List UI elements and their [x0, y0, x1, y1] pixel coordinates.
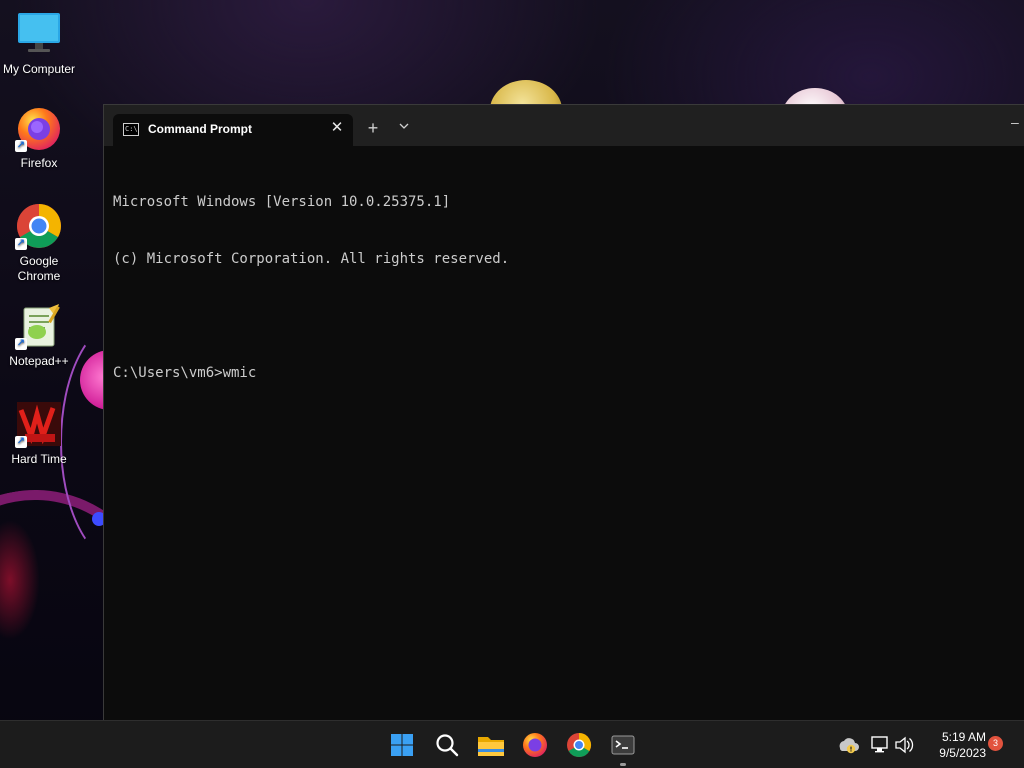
- onedrive-warning-icon: [839, 738, 859, 754]
- hard-time-game-icon: ↗: [15, 400, 63, 448]
- taskbar-terminal-button[interactable]: [607, 729, 639, 766]
- desktop-icon-hard-time[interactable]: ↗ Hard Time: [1, 400, 77, 467]
- cmd-icon: C:\: [123, 123, 139, 136]
- desktop-icon-notepad-plus-plus[interactable]: ↗ Notepad++: [1, 302, 77, 369]
- minimize-button[interactable]: –: [1011, 115, 1024, 133]
- volume-icon: [895, 736, 914, 754]
- network-icon: [871, 736, 888, 753]
- shortcut-arrow-icon: ↗: [15, 338, 27, 350]
- firefox-icon: [523, 733, 547, 757]
- taskbar-chrome-button[interactable]: [563, 729, 595, 761]
- desktop-icon-firefox[interactable]: ↗ Firefox: [1, 104, 77, 171]
- notepad-plus-plus-icon: ↗: [15, 302, 63, 350]
- windows-start-icon: [391, 734, 413, 756]
- chevron-down-icon: [399, 123, 409, 129]
- clock-button[interactable]: 5:19 AM 9/5/2023: [920, 729, 986, 761]
- active-app-indicator: [620, 763, 626, 766]
- console-line: (c) Microsoft Corporation. All rights re…: [113, 251, 510, 267]
- desktop-icon-label: Notepad++: [9, 354, 69, 368]
- terminal-icon: [611, 735, 635, 755]
- desktop-icon-label: Hard Time: [11, 452, 67, 466]
- console-input-line[interactable]: C:\Users\vm6>wmic: [113, 364, 1015, 383]
- new-tab-button[interactable]: +: [362, 118, 384, 140]
- firefox-icon: ↗: [15, 104, 63, 152]
- tab-title: Command Prompt: [148, 122, 253, 136]
- desktop-icon-label: Google Chrome: [17, 254, 61, 283]
- clock-date: 9/5/2023: [939, 746, 986, 760]
- tab-dropdown-button[interactable]: [394, 118, 414, 140]
- tray-volume-button[interactable]: [892, 721, 916, 768]
- taskbar-firefox-button[interactable]: [519, 729, 551, 761]
- shortcut-arrow-icon: ↗: [15, 238, 27, 250]
- chrome-icon: [567, 733, 592, 758]
- wallpaper-red-glow: [0, 520, 40, 640]
- desktop-icon-google-chrome[interactable]: ↗ Google Chrome: [1, 202, 77, 284]
- shortcut-arrow-icon: ↗: [15, 436, 27, 448]
- monitor-icon: [15, 10, 63, 58]
- notification-badge[interactable]: 3: [988, 736, 1003, 751]
- tray-onedrive-button[interactable]: [836, 721, 860, 768]
- taskbar-search-button[interactable]: [431, 729, 463, 761]
- desktop-icon-my-computer[interactable]: My Computer: [1, 10, 77, 77]
- taskbar-file-explorer-button[interactable]: [475, 729, 507, 761]
- shortcut-arrow-icon: ↗: [15, 140, 27, 152]
- taskbar-start-button[interactable]: [386, 729, 418, 761]
- folder-icon: [478, 737, 504, 756]
- taskbar: 5:19 AM 9/5/2023: [0, 720, 1024, 768]
- search-icon: [436, 734, 459, 757]
- terminal-window[interactable]: C:\ Command Prompt ✕ + – Microsoft Windo…: [103, 104, 1024, 721]
- chrome-icon: ↗: [15, 202, 63, 250]
- close-tab-button[interactable]: ✕: [327, 118, 347, 138]
- console-line: Microsoft Windows [Version 10.0.25375.1]: [113, 194, 451, 210]
- title-bar[interactable]: C:\ Command Prompt ✕ + –: [104, 105, 1024, 146]
- clock-time: 5:19 AM: [941, 730, 986, 744]
- tray-network-button[interactable]: [868, 721, 892, 768]
- console-output[interactable]: Microsoft Windows [Version 10.0.25375.1]…: [113, 155, 1015, 711]
- desktop-icon-label: My Computer: [2, 62, 76, 76]
- tab-command-prompt[interactable]: C:\ Command Prompt ✕: [113, 114, 353, 146]
- desktop-icon-label: Firefox: [20, 156, 58, 170]
